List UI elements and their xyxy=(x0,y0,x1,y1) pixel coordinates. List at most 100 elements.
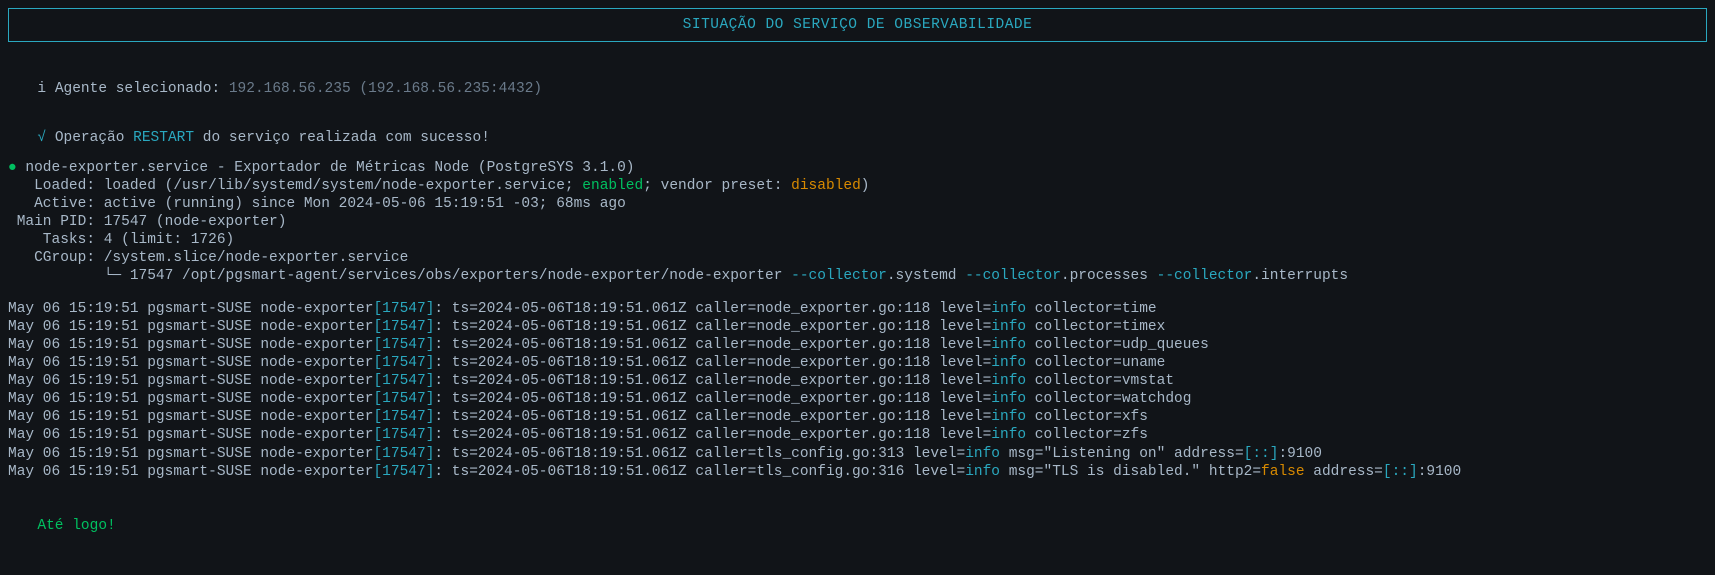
arg2-rest: .processes xyxy=(1061,268,1157,284)
level: info xyxy=(991,301,1026,317)
pid: 17547 xyxy=(382,319,426,335)
goodbye-text: Até logo! xyxy=(37,518,115,534)
level: info xyxy=(991,427,1026,443)
body: ts=2024-05-06T18:19:51.061Z caller=tls_c… xyxy=(452,464,965,480)
level: info xyxy=(991,373,1026,389)
pre: May 06 15:19:51 pgsmart-SUSE node-export… xyxy=(8,409,373,425)
level: info xyxy=(965,464,1000,480)
loaded-end: ) xyxy=(861,178,870,194)
body: ts=2024-05-06T18:19:51.061Z caller=node_… xyxy=(452,391,992,407)
pre: May 06 15:19:51 pgsmart-SUSE node-export… xyxy=(8,427,373,443)
tasks-line: Tasks: 4 (limit: 1726) xyxy=(8,231,1707,249)
service-header-line: ● node-exporter.service - Exportador de … xyxy=(8,159,1707,177)
lb: [ xyxy=(373,391,382,407)
level: info xyxy=(991,319,1026,335)
operation-line: √ Operação RESTART do serviço realizada … xyxy=(20,110,1707,146)
pid: 17547 xyxy=(382,446,426,462)
check-icon: √ xyxy=(37,130,46,146)
colon: : xyxy=(434,446,451,462)
pid: 17547 xyxy=(382,355,426,371)
active-value: active (running) since Mon 2024-05-06 15… xyxy=(104,196,626,212)
operation-suffix: do serviço realizada com sucesso! xyxy=(194,130,490,146)
operation-prefix: Operação xyxy=(55,130,133,146)
info-icon: i xyxy=(37,81,46,97)
log-line: May 06 15:19:51 pgsmart-SUSE node-export… xyxy=(8,463,1707,481)
service-status-block: ● node-exporter.service - Exportador de … xyxy=(8,159,1707,286)
log-line: May 06 15:19:51 pgsmart-SUSE node-export… xyxy=(8,318,1707,336)
level: info xyxy=(991,391,1026,407)
agent-label: Agente selecionado: xyxy=(55,81,229,97)
body: ts=2024-05-06T18:19:51.061Z caller=node_… xyxy=(452,319,992,335)
lb: [ xyxy=(373,373,382,389)
lb: [ xyxy=(373,337,382,353)
log-block: May 06 15:19:51 pgsmart-SUSE node-export… xyxy=(8,300,1707,481)
goodbye-line: Até logo! xyxy=(20,499,1707,535)
mainpid-value: 17547 (node-exporter) xyxy=(104,214,287,230)
operation-name: RESTART xyxy=(133,130,194,146)
log-line: May 06 15:19:51 pgsmart-SUSE node-export… xyxy=(8,445,1707,463)
log-line: May 06 15:19:51 pgsmart-SUSE node-export… xyxy=(8,354,1707,372)
tail-b: address= xyxy=(1305,464,1383,480)
loaded-label: Loaded: xyxy=(8,178,104,194)
level: info xyxy=(991,337,1026,353)
addr-rb: ] xyxy=(1409,464,1418,480)
pre: May 06 15:19:51 pgsmart-SUSE node-export… xyxy=(8,391,373,407)
log-line: May 06 15:19:51 pgsmart-SUSE node-export… xyxy=(8,408,1707,426)
tail-a: msg="Listening on" address= xyxy=(1000,446,1244,462)
colon: : xyxy=(434,319,451,335)
arg3-rest: .interrupts xyxy=(1252,268,1348,284)
mainpid-line: Main PID: 17547 (node-exporter) xyxy=(8,213,1707,231)
cgroup-value: /system.slice/node-exporter.service xyxy=(104,250,409,266)
level: info xyxy=(965,446,1000,462)
panel-title-text: SITUAÇÃO DO SERVIÇO DE OBSERVABILIDADE xyxy=(683,17,1033,33)
log-line: May 06 15:19:51 pgsmart-SUSE node-export… xyxy=(8,300,1707,318)
level: info xyxy=(991,409,1026,425)
colon: : xyxy=(434,409,451,425)
pid: 17547 xyxy=(382,427,426,443)
cgroup-tree-prefix: └─ 17547 /opt/pgsmart-agent/services/obs… xyxy=(8,268,791,284)
colon: : xyxy=(434,355,451,371)
pre: May 06 15:19:51 pgsmart-SUSE node-export… xyxy=(8,373,373,389)
tail: collector=xfs xyxy=(1026,409,1148,425)
port: :9100 xyxy=(1278,446,1322,462)
tasks-value: 4 (limit: 1726) xyxy=(104,232,235,248)
log-line: May 06 15:19:51 pgsmart-SUSE node-export… xyxy=(8,372,1707,390)
pre: May 06 15:19:51 pgsmart-SUSE node-export… xyxy=(8,301,373,317)
lb: [ xyxy=(373,464,382,480)
arg3-flag: --collector xyxy=(1157,268,1253,284)
lb: [ xyxy=(373,319,382,335)
colon: : xyxy=(434,337,451,353)
tasks-label: Tasks: xyxy=(8,232,104,248)
arg2-flag: --collector xyxy=(965,268,1061,284)
body: ts=2024-05-06T18:19:51.061Z caller=node_… xyxy=(452,301,992,317)
port: :9100 xyxy=(1418,464,1462,480)
loaded-disabled: disabled xyxy=(791,178,861,194)
pre: May 06 15:19:51 pgsmart-SUSE node-export… xyxy=(8,446,373,462)
log-line: May 06 15:19:51 pgsmart-SUSE node-export… xyxy=(8,336,1707,354)
colon: : xyxy=(434,373,451,389)
agent-line: i Agente selecionado: 192.168.56.235 (19… xyxy=(20,62,1707,98)
log-line: May 06 15:19:51 pgsmart-SUSE node-export… xyxy=(8,390,1707,408)
loaded-line: Loaded: loaded (/usr/lib/systemd/system/… xyxy=(8,177,1707,195)
tail: collector=uname xyxy=(1026,355,1165,371)
pid: 17547 xyxy=(382,409,426,425)
lb: [ xyxy=(373,446,382,462)
body: ts=2024-05-06T18:19:51.061Z caller=node_… xyxy=(452,373,992,389)
addr: :: xyxy=(1252,446,1269,462)
colon: : xyxy=(434,391,451,407)
pid: 17547 xyxy=(382,301,426,317)
status-dot-icon: ● xyxy=(8,160,17,176)
tail: collector=zfs xyxy=(1026,427,1148,443)
pid: 17547 xyxy=(382,337,426,353)
loaded-pre: loaded (/usr/lib/systemd/system/node-exp… xyxy=(104,178,583,194)
pid: 17547 xyxy=(382,391,426,407)
panel-title: SITUAÇÃO DO SERVIÇO DE OBSERVABILIDADE xyxy=(8,8,1707,42)
lb: [ xyxy=(373,301,382,317)
addr-lb: [ xyxy=(1383,464,1392,480)
log-line: May 06 15:19:51 pgsmart-SUSE node-export… xyxy=(8,426,1707,444)
service-header: node-exporter.service - Exportador de Mé… xyxy=(17,160,635,176)
pid: 17547 xyxy=(382,464,426,480)
agent-value: 192.168.56.235 (192.168.56.235:4432) xyxy=(229,81,542,97)
body: ts=2024-05-06T18:19:51.061Z caller=node_… xyxy=(452,409,992,425)
pre: May 06 15:19:51 pgsmart-SUSE node-export… xyxy=(8,464,373,480)
